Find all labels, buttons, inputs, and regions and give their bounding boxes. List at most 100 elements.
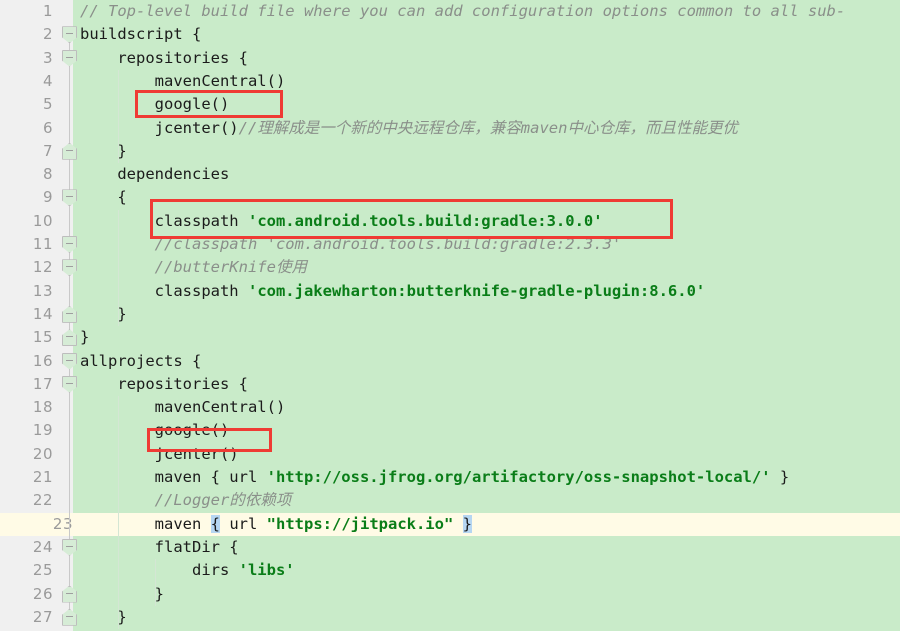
line-number-15[interactable]: 15 (0, 326, 53, 349)
code-token: classpath (80, 211, 248, 230)
code-line-9[interactable]: { (73, 186, 900, 209)
code-line-17[interactable]: repositories { (73, 373, 900, 396)
line-number-9[interactable]: 9 (0, 186, 53, 209)
code-line-7[interactable]: } (73, 140, 900, 163)
code-line-14[interactable]: } (73, 303, 900, 326)
fold-open-icon-line-2[interactable] (62, 26, 77, 44)
matched-brace-token: } (462, 514, 472, 533)
matched-brace-token: { (210, 514, 220, 533)
code-token: url (220, 514, 267, 533)
string-token: 'libs' (238, 561, 295, 580)
line-number-18[interactable]: 18 (0, 396, 53, 419)
code-line-text: //classpath 'com.android.tools.build:gra… (73, 233, 622, 256)
line-number-10[interactable]: 10 (0, 210, 53, 233)
fold-close-icon-line-26[interactable] (62, 585, 77, 603)
code-token: flatDir { (80, 537, 239, 556)
code-line-5[interactable]: google() (73, 93, 900, 116)
line-number-24[interactable]: 24 (0, 536, 53, 559)
line-number-20[interactable]: 20 (0, 443, 53, 466)
code-line-4[interactable]: mavenCentral() (73, 70, 900, 93)
line-number-26[interactable]: 26 (0, 583, 53, 606)
code-line-text: google() (73, 93, 230, 116)
line-number-11[interactable]: 11 (0, 233, 53, 256)
line-number-4[interactable]: 4 (0, 70, 53, 93)
indent-guide (117, 396, 119, 630)
code-token: classpath (80, 281, 248, 300)
code-line-6[interactable]: jcenter()//理解成是一个新的中央远程仓库，兼容maven中心仓库，而且… (73, 117, 900, 140)
line-number-5[interactable]: 5 (0, 93, 53, 116)
code-line-text: // Top-level build file where you can ad… (73, 0, 845, 23)
fold-open-icon-line-17[interactable] (62, 375, 77, 393)
code-token: google() (80, 421, 230, 440)
line-number-17[interactable]: 17 (0, 373, 53, 396)
line-number-22[interactable]: 22 (0, 489, 53, 512)
code-line-text: flatDir { (73, 536, 239, 559)
fold-close-icon-line-15[interactable] (62, 329, 77, 347)
code-line-20[interactable]: jcenter() (73, 443, 900, 466)
fold-open-icon-line-12[interactable] (62, 259, 77, 277)
line-number-3[interactable]: 3 (0, 47, 53, 70)
string-token: 'com.jakewharton:butterknife-gradle-plug… (247, 281, 706, 300)
code-line-16[interactable]: allprojects { (73, 350, 900, 373)
code-line-1[interactable]: // Top-level build file where you can ad… (73, 0, 900, 23)
fold-open-icon-line-11[interactable] (62, 236, 77, 253)
string-token: 'http://oss.jfrog.org/artifactory/oss-sn… (266, 468, 771, 486)
code-line-text: dirs 'libs' (73, 559, 295, 582)
fold-open-icon-line-24[interactable] (62, 538, 77, 556)
line-number-14[interactable]: 14 (0, 303, 53, 326)
fold-dash-glyph (66, 196, 73, 198)
fold-dash-glyph (66, 56, 73, 58)
code-line-19[interactable]: google() (73, 419, 900, 442)
fold-connector-line (69, 34, 70, 338)
fold-close-icon-line-14[interactable] (62, 305, 77, 323)
code-line-27[interactable]: } (73, 606, 900, 629)
fold-connector-line (69, 361, 70, 618)
code-line-10[interactable]: classpath 'com.android.tools.build:gradl… (73, 210, 900, 233)
line-number-13[interactable]: 13 (0, 280, 53, 303)
code-line-23[interactable]: maven { url "https://jitpack.io" } (73, 512, 900, 536)
code-folding-strip[interactable] (58, 0, 82, 631)
code-line-11[interactable]: //classpath 'com.android.tools.build:gra… (73, 233, 900, 256)
line-number-16[interactable]: 16 (0, 350, 53, 373)
code-line-21[interactable]: maven { url 'http://oss.jfrog.org/artifa… (73, 466, 900, 489)
code-line-text: classpath 'com.android.tools.build:gradl… (73, 210, 603, 233)
code-token: jcenter() (80, 444, 239, 463)
code-line-15[interactable]: } (73, 326, 900, 349)
line-number-6[interactable]: 6 (0, 117, 53, 140)
code-line-24[interactable]: flatDir { (73, 536, 900, 559)
code-line-text: maven { url "https://jitpack.io" } (73, 513, 472, 536)
code-line-text: //butterKnife使用 (73, 256, 307, 279)
line-number-25[interactable]: 25 (0, 559, 53, 582)
code-line-text: jcenter() (73, 443, 239, 466)
code-line-13[interactable]: classpath 'com.jakewharton:butterknife-g… (73, 280, 900, 303)
code-token: maven (80, 514, 211, 533)
fold-open-icon-line-3[interactable] (62, 49, 77, 67)
code-line-22[interactable]: //Logger的依赖项 (73, 489, 900, 512)
line-number-21[interactable]: 21 (0, 466, 53, 489)
code-line-26[interactable]: } (73, 583, 900, 606)
code-content-area[interactable]: // Top-level build file where you can ad… (73, 0, 900, 631)
line-number-1[interactable]: 1 (0, 0, 53, 23)
code-line-8[interactable]: dependencies (73, 163, 900, 186)
line-number-27[interactable]: 27 (0, 606, 53, 629)
fold-open-icon-line-16[interactable] (62, 352, 77, 370)
fold-close-icon-line-27[interactable] (62, 608, 77, 626)
fold-open-icon-line-9[interactable] (62, 189, 77, 207)
string-token: "https://jitpack.io" (266, 514, 454, 533)
line-number-7[interactable]: 7 (0, 140, 53, 163)
code-line-12[interactable]: //butterKnife使用 (73, 256, 900, 279)
fold-close-icon-line-7[interactable] (62, 142, 77, 160)
fold-dash-glyph (66, 312, 73, 314)
code-line-18[interactable]: mavenCentral() (73, 396, 900, 419)
line-number-19[interactable]: 19 (0, 419, 53, 442)
code-token: } (770, 468, 790, 486)
code-line-3[interactable]: repositories { (73, 47, 900, 70)
line-number-12[interactable]: 12 (0, 256, 53, 279)
code-editor[interactable]: 1 2 3 4 5 6 7 8 9 10 11 12 13 14 15 16 17 18 19 20 21 22 23 24 2… (0, 0, 900, 631)
line-number-2[interactable]: 2 (0, 23, 53, 46)
line-number-8[interactable]: 8 (0, 163, 53, 186)
code-token: jcenter() (80, 118, 239, 137)
code-line-text: jcenter()//理解成是一个新的中央远程仓库，兼容maven中心仓库，而且… (73, 117, 738, 140)
code-line-25[interactable]: dirs 'libs' (73, 559, 900, 582)
code-line-2[interactable]: buildscript { (73, 23, 900, 46)
